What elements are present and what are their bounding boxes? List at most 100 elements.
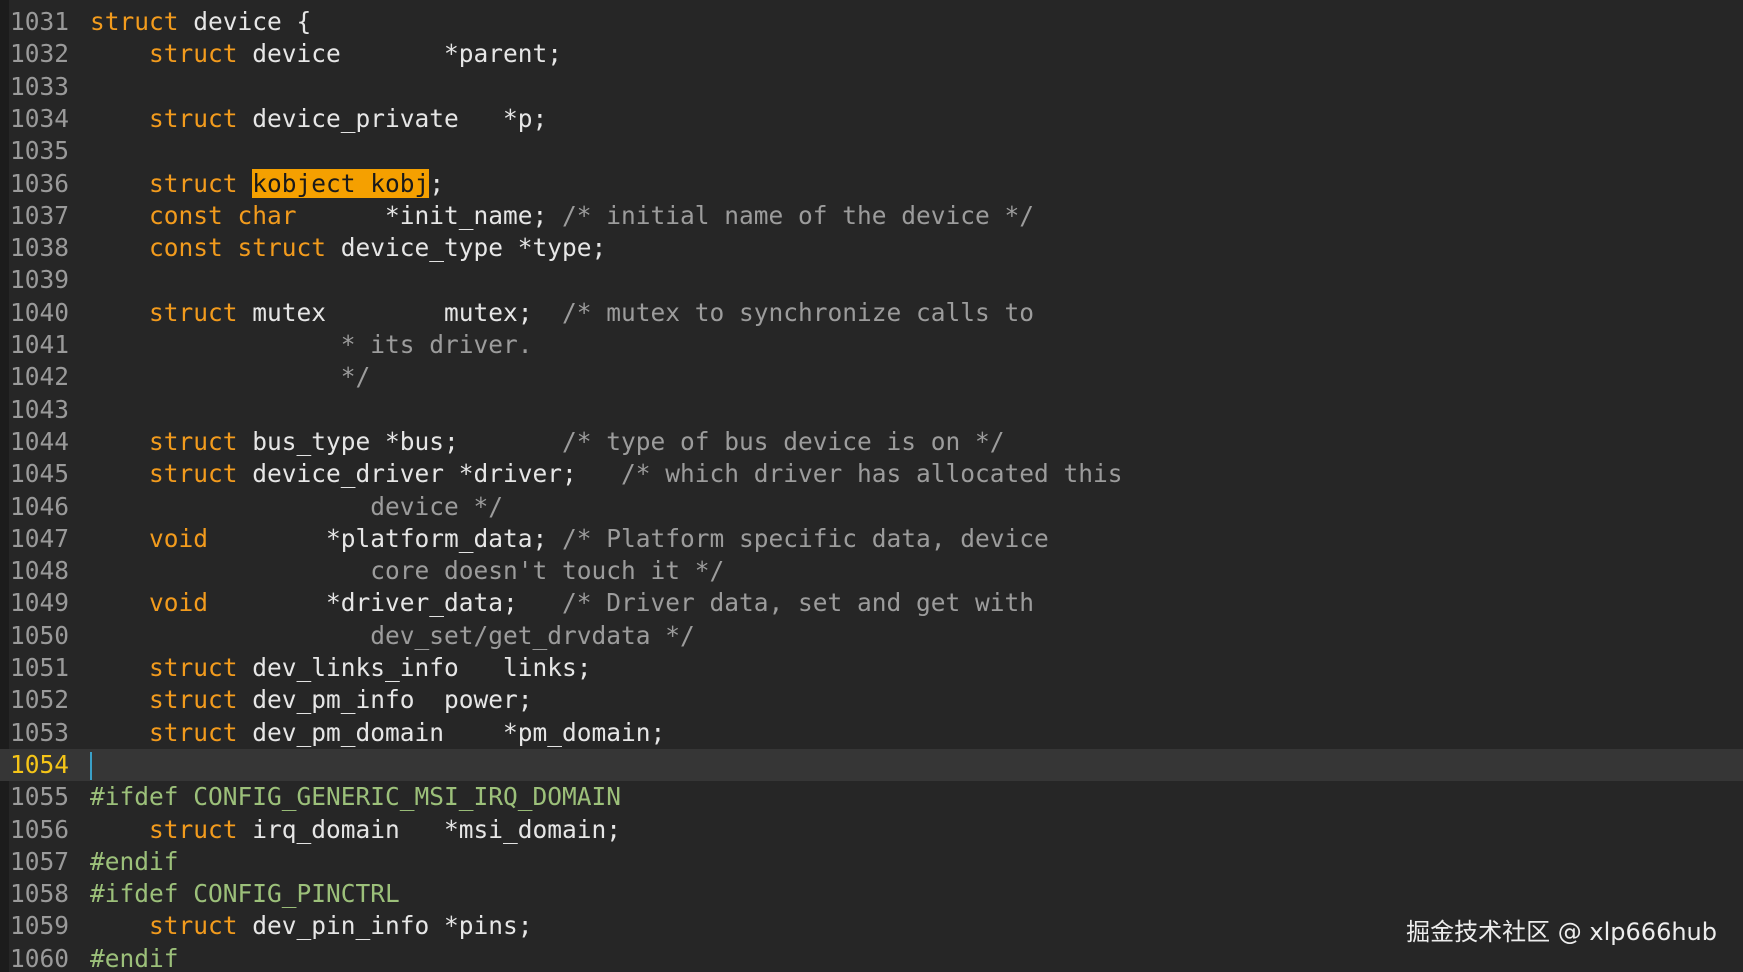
line-number: 1044	[10, 426, 70, 456]
identifier-token	[90, 201, 149, 230]
code-line[interactable]: 1055 #ifdef CONFIG_GENERIC_MSI_IRQ_DOMAIN	[0, 781, 1743, 813]
code-line[interactable]: 1052 struct dev_pm_info power;	[0, 684, 1743, 716]
code-text: struct dev_pm_domain *pm_domain;	[90, 717, 665, 749]
code-line[interactable]: 1049 void *driver_data; /* Driver data, …	[0, 587, 1743, 619]
code-text	[90, 749, 92, 781]
keyword-token: struct	[149, 168, 238, 198]
code-text: #ifdef CONFIG_GENERIC_MSI_IRQ_DOMAIN	[90, 781, 621, 813]
keyword-token: struct	[149, 297, 238, 327]
code-line[interactable]: 1047 void *platform_data; /* Platform sp…	[0, 523, 1743, 555]
code-line[interactable]: 1046 device */	[0, 491, 1743, 523]
code-line[interactable]: 1050 dev_set/get_drvdata */	[0, 620, 1743, 652]
code-line[interactable]: 1032 struct device *parent;	[0, 38, 1743, 70]
code-line[interactable]: 1060 #endif	[0, 943, 1743, 972]
identifier-token: *driver_data;	[208, 588, 563, 618]
keyword-token: struct	[149, 426, 238, 456]
identifier-token: device {	[178, 7, 312, 36]
code-line[interactable]: 1037 const char *init_name; /* initial n…	[0, 200, 1743, 232]
code-line[interactable]: 1038 const struct device_type *type;	[0, 232, 1743, 264]
code-text: #endif	[90, 943, 179, 972]
keyword-token: struct	[149, 814, 238, 844]
code-line[interactable]: 1033	[0, 71, 1743, 103]
identifier-token: bus_type *bus;	[237, 426, 563, 456]
code-line[interactable]: 1053 struct dev_pm_domain *pm_domain;	[0, 717, 1743, 749]
identifier-token	[90, 459, 149, 488]
identifier-token: *platform_data;	[208, 523, 563, 553]
line-number: 1060	[10, 943, 70, 972]
code-line[interactable]: 1036 struct kobject kobj;	[0, 168, 1743, 200]
line-number: 1053	[10, 717, 70, 747]
identifier-token: dev_pin_info *pins;	[237, 911, 533, 941]
code-line[interactable]: 1044 struct bus_type *bus; /* type of bu…	[0, 426, 1743, 458]
code-text: struct dev_links_info links;	[90, 652, 592, 684]
identifier-token	[90, 718, 149, 747]
code-text: struct dev_pin_info *pins;	[90, 910, 533, 942]
identifier-token	[238, 169, 253, 198]
line-number: 1039	[10, 265, 70, 295]
comment-token: /* type of bus device is on */	[562, 426, 1005, 456]
code-text: * its driver.	[90, 329, 533, 361]
code-line[interactable]: 1045 struct device_driver *driver; /* wh…	[0, 458, 1743, 490]
line-number: 1047	[10, 523, 70, 553]
code-text: struct bus_type *bus; /* type of bus dev…	[90, 426, 1005, 458]
preprocessor-token: #ifdef CONFIG_PINCTRL	[90, 879, 400, 909]
code-line[interactable]: 1042 */	[0, 361, 1743, 393]
code-line[interactable]: 1058 #ifdef CONFIG_PINCTRL	[0, 878, 1743, 910]
code-line[interactable]: 1048 core doesn't touch it */	[0, 555, 1743, 587]
code-line[interactable]: 1039	[0, 264, 1743, 296]
identifier-token: mutex mutex;	[237, 297, 563, 327]
code-line[interactable]: 1057 #endif	[0, 846, 1743, 878]
code-line[interactable]: 1040 struct mutex mutex; /* mutex to syn…	[0, 297, 1743, 329]
code-text: #endif	[90, 846, 179, 878]
line-number: 1034	[10, 103, 70, 133]
code-editor[interactable]: 1031 struct device {1032 struct device *p…	[0, 0, 1743, 972]
code-line[interactable]: 1051 struct dev_links_info links;	[0, 652, 1743, 684]
code-text: device */	[90, 491, 503, 523]
keyword-token: struct	[90, 7, 179, 36]
line-number: 1040	[10, 297, 70, 327]
code-text: */	[90, 361, 371, 393]
preprocessor-token: #ifdef CONFIG_GENERIC_MSI_IRQ_DOMAIN	[90, 782, 622, 812]
code-line[interactable]: 1031 struct device {	[0, 6, 1743, 38]
line-number: 1038	[10, 233, 70, 263]
line-number: 1057	[10, 846, 70, 876]
identifier-token	[90, 524, 149, 553]
identifier-token	[90, 104, 149, 133]
identifier-token	[90, 911, 149, 940]
code-line[interactable]: 1035	[0, 135, 1743, 167]
line-number: 1059	[10, 911, 70, 941]
code-text: const char *init_name; /* initial name o…	[90, 200, 1034, 232]
comment-token: /* Platform specific data, device	[562, 523, 1049, 553]
code-line[interactable]: 1043	[0, 394, 1743, 426]
line-number: 1033	[10, 71, 70, 101]
comment-token: */	[90, 362, 371, 392]
identifier-token	[90, 653, 149, 682]
identifier-token: dev_pm_info power;	[237, 685, 533, 715]
comment-token: dev_set/get_drvdata */	[90, 620, 695, 650]
identifier-token: *init_name;	[296, 200, 563, 230]
identifier-token: dev_links_info links;	[237, 653, 592, 682]
line-number: 1056	[10, 814, 70, 844]
identifier-token	[90, 169, 149, 198]
code-text: struct kobject kobj;	[90, 168, 444, 200]
keyword-token: const char	[149, 200, 297, 230]
identifier-token	[90, 815, 149, 844]
identifier-token	[90, 233, 149, 262]
comment-token: /* which driver has allocated this	[621, 459, 1123, 489]
code-line[interactable]: 1034 struct device_private *p;	[0, 103, 1743, 135]
comment-token: /* initial name of the device */	[562, 200, 1035, 230]
identifier-token: irq_domain *msi_domain;	[237, 814, 622, 844]
line-number: 1032	[10, 39, 70, 69]
preprocessor-token: #endif	[90, 846, 179, 876]
keyword-token: struct	[149, 717, 238, 747]
line-number: 1052	[10, 685, 70, 715]
keyword-token: void	[149, 523, 209, 553]
comment-token: device */	[90, 491, 504, 521]
code-text: struct device *parent;	[90, 38, 562, 70]
code-line[interactable]: 1041 * its driver.	[0, 329, 1743, 361]
code-text: struct dev_pm_info power;	[90, 684, 533, 716]
line-number: 1050	[10, 620, 70, 650]
code-line[interactable]: 1056 struct irq_domain *msi_domain;	[0, 814, 1743, 846]
keyword-token: struct	[149, 685, 238, 715]
code-line-current[interactable]: 1054	[0, 748, 1743, 782]
